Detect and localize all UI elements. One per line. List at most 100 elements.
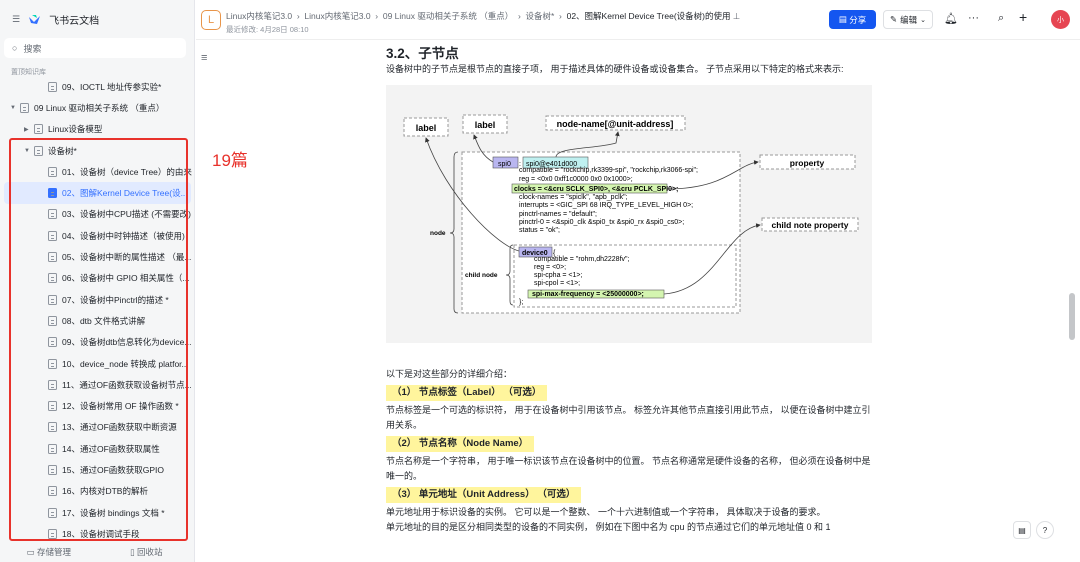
document-icon — [48, 443, 57, 454]
sidebar-item[interactable]: 13、通过OF函数获取中断资源 — [0, 417, 195, 438]
sidebar-item[interactable]: 05、设备树中断的属性描述 （最... — [0, 246, 195, 267]
label-box: label — [416, 123, 437, 133]
sidebar-item-label: 09、设备树dtb信息转化为device... — [62, 337, 192, 348]
code-line: pinctrl-0 = <&spi0_clk &spi0_tx &spi0_rx… — [519, 219, 684, 226]
unit-address-section-heading: （3） 单元地址（Unit Address） （可选） — [386, 487, 582, 503]
sidebar-item[interactable]: 09、设备树dtb信息转化为device... — [0, 332, 195, 353]
outline-icon[interactable]: ≡ — [201, 52, 207, 64]
sidebar-item[interactable]: 14、通过OF函数获取属性 — [0, 438, 195, 459]
sidebar-item-label: 09、IOCTL 地址传参实验* — [62, 81, 162, 92]
share-label: 分享 — [849, 14, 867, 25]
child-code-line: spi-max-frequency = <25000000>; — [532, 291, 644, 298]
share-button[interactable]: ▤ 分享 — [829, 10, 876, 29]
sidebar-item[interactable]: 15、通过OF函数获取GPIO — [0, 459, 195, 480]
more-icon[interactable]: ··· — [968, 12, 979, 24]
trash-label: 回收站 — [137, 547, 163, 557]
avatar[interactable]: 小 — [1051, 10, 1070, 29]
child-property-box: child note property — [772, 220, 849, 230]
wiki-logo[interactable]: L — [201, 10, 221, 30]
document-icon — [48, 294, 57, 305]
search-icon[interactable]: ⌕ — [998, 12, 1004, 25]
document-icon — [48, 81, 57, 92]
trash-icon: ▯ — [129, 547, 138, 557]
child-code-line: spi-cpha = <1>; — [534, 272, 583, 279]
sidebar-item-label: 13、通过OF函数获取中断资源 — [62, 422, 177, 433]
child-node-label: child node — [465, 272, 498, 279]
label-section-body: 节点标签是一个可选的标识符， 用于在设备树中引用该节点。 标签允许其他节点直接引… — [386, 405, 871, 430]
sidebar-item[interactable]: 17、设备树 bindings 文档 * — [0, 502, 195, 523]
sidebar-item[interactable]: ▼ 设备树* — [0, 140, 195, 161]
child-code-line: compatible = "rohm,dh2228fv"; — [534, 256, 629, 263]
chevron-down-icon: ⌄ — [920, 16, 926, 24]
sidebar-item[interactable]: 08、dtb 文件格式讲解 — [0, 310, 195, 331]
search-icon: ○ — [12, 43, 18, 53]
plus-icon[interactable]: + — [1019, 9, 1027, 25]
code-line: clocks = <&cru SCLK_SPI0>, <&cru PCLK_SP… — [514, 186, 678, 193]
sidebar-item[interactable]: 16、内核对DTB的解析 — [0, 481, 195, 502]
breadcrumb-item[interactable]: 09 Linux 驱动相关子系统 （重点） — [383, 11, 513, 21]
sidebar-item-label: 03、设备树中CPU描述 (不需要改) — [62, 209, 191, 220]
breadcrumb: Linux内核笔记3.0 › Linux内核笔记3.0 › 09 Linux 驱… — [226, 11, 741, 21]
sidebar-item[interactable]: 10、device_node 转换成 platfor... — [0, 353, 195, 374]
code-line: reg = <0x0 0xff1c0000 0x0 0x1000>; — [519, 176, 633, 183]
doc-tree: 09、IOCTL 地址传参实验* ▼ 09 Linux 驱动相关子系统 （重点） ▶ L… — [0, 76, 195, 545]
document-icon — [34, 124, 43, 135]
edit-label: 编辑 — [900, 14, 918, 25]
catalog-icon[interactable]: ▤ — [1013, 521, 1031, 539]
storage-button[interactable]: ▭ 存储管理 — [0, 546, 98, 558]
help-icon[interactable]: ? — [1036, 521, 1054, 539]
sidebar-item-label: 08、dtb 文件格式讲解 — [62, 315, 146, 326]
label-section-heading: （1） 节点标签（Label） （可选） — [386, 385, 548, 401]
sidebar-footer: ▭ 存储管理 ▯ 回收站 — [0, 542, 195, 562]
caret-icon[interactable]: ▶ — [24, 126, 34, 133]
sidebar-item[interactable]: 02、图解Kernel Device Tree(设... — [4, 182, 191, 204]
sidebar-item[interactable]: ▶ Linux设备模型 — [0, 119, 195, 140]
unit-address-section-body-cont: 单元地址的目的是区分相同类型的设备的不同实例， 例如在下图中名为 cpu 的节点… — [386, 522, 831, 532]
sidebar-item-label: Linux设备模型 — [48, 124, 103, 135]
document-icon — [48, 188, 57, 199]
app-name: 飞书云文档 — [49, 16, 100, 27]
edit-button[interactable]: ✎ 编辑 ⌄ — [883, 10, 933, 29]
sidebar-item-label: 06、设备树中 GPIO 相关属性（... — [62, 273, 190, 284]
collapse-sidebar-icon[interactable]: ☰ — [12, 14, 20, 25]
sidebar-item[interactable]: 06、设备树中 GPIO 相关属性（... — [0, 268, 195, 289]
breadcrumb-item[interactable]: Linux内核笔记3.0 — [304, 11, 370, 21]
code-line: compatible = "rockchip,rk3399-spi", "roc… — [519, 167, 698, 174]
pin-icon[interactable]: ⊥ — [733, 11, 740, 21]
sidebar-item[interactable]: 01、设备树（device Tree）的由来 — [0, 161, 195, 182]
node-name-section-body: 节点名称是一个字符串， 用于唯一标识该节点在设备树中的位置。 节点名称通常是硬件… — [386, 456, 871, 481]
document-icon — [48, 486, 57, 497]
sidebar: ☰ 飞书云文档 ○ 搜索 置顶知识库 09、IOCTL 地址传参实验* ▼ 09 L… — [0, 0, 195, 562]
caret-icon[interactable]: ▼ — [10, 105, 20, 111]
sidebar-item-label: 11、通过OF函数获取设备树节点... — [62, 379, 192, 390]
brand[interactable]: ☰ 飞书云文档 — [12, 12, 99, 27]
search-input[interactable]: ○ 搜索 — [4, 38, 186, 58]
last-modified: 最近修改: 4月28日 08:10 — [226, 25, 309, 34]
trash-button[interactable]: ▯ 回收站 — [98, 546, 196, 558]
label-box: label — [475, 120, 496, 130]
breadcrumb-item[interactable]: 设备树* — [526, 11, 555, 21]
section-heading: 3.2、子节点 — [386, 46, 459, 61]
document-icon — [48, 252, 57, 263]
sidebar-item-label: 设备树* — [48, 145, 77, 156]
storage-label: 存储管理 — [36, 547, 71, 557]
scrollbar-thumb[interactable] — [1069, 293, 1075, 340]
sidebar-item[interactable]: ▼ 09 Linux 驱动相关子系统 （重点） — [0, 97, 195, 118]
sidebar-item-label: 16、内核对DTB的解析 — [62, 486, 148, 497]
breadcrumb-item[interactable]: Linux内核笔记3.0 — [226, 11, 292, 21]
bell-icon[interactable]: 🔔︎ — [944, 12, 958, 25]
sidebar-item-label: 18、设备树调试手段 — [62, 528, 140, 539]
sidebar-item[interactable]: 11、通过OF函数获取设备树节点... — [0, 374, 195, 395]
code-line: pinctrl-names = "default"; — [519, 211, 597, 218]
spi0-label-tag: spi0 — [498, 161, 511, 168]
sidebar-item[interactable]: 03、设备树中CPU描述 (不需要改) — [0, 204, 195, 225]
caret-icon[interactable]: ▼ — [24, 148, 34, 154]
sidebar-item[interactable]: 07、设备树中Pinctrl的描述 * — [0, 289, 195, 310]
sidebar-item[interactable]: 09、IOCTL 地址传参实验* — [0, 76, 195, 97]
document-icon — [48, 166, 57, 177]
sidebar-item[interactable]: 04、设备树中时钟描述（被使用) — [0, 225, 195, 246]
unit-address-section-body: 单元地址用于标识设备的实例。 它可以是一个整数、 一个十六进制值或一个字符串， … — [386, 507, 826, 517]
sidebar-item[interactable]: 12、设备树常用 OF 操作函数 * — [0, 395, 195, 416]
sidebar-item-label: 14、通过OF函数获取属性 — [62, 443, 160, 454]
sidebar-item-label: 09 Linux 驱动相关子系统 （重点） — [34, 102, 165, 113]
